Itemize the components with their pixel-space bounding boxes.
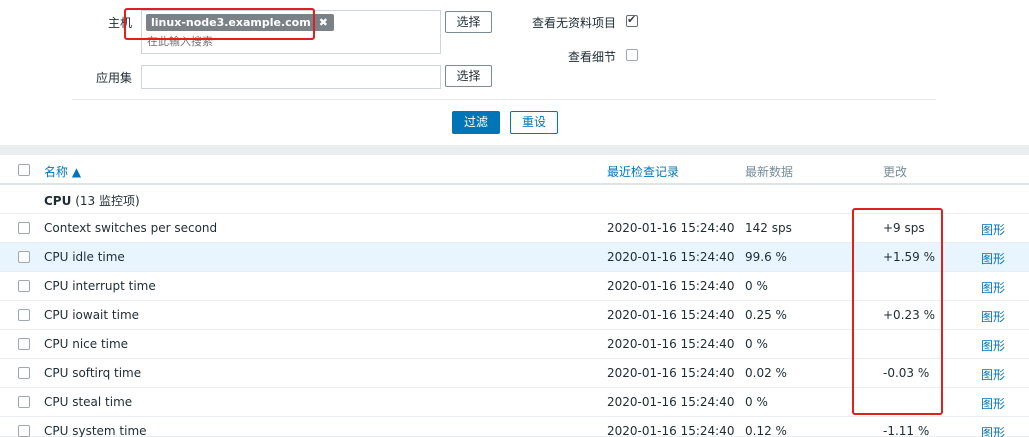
host-chip: linux-node3.example.com ✖ (146, 14, 334, 31)
item-last-value: 0.12 % (745, 424, 787, 437)
header-last-check[interactable]: 最近检查记录 (607, 163, 679, 180)
table-row: CPU interrupt time 2020-01-16 15:24:40 0… (0, 272, 1029, 301)
table-row: Context switches per second 2020-01-16 1… (0, 214, 1029, 243)
group-count: (13 监控项) (75, 194, 140, 208)
graph-link[interactable]: 图形 (981, 424, 1005, 437)
item-last-check: 2020-01-16 15:24:40 (607, 366, 735, 380)
row-checkbox[interactable] (18, 280, 30, 292)
item-change: -1.11 % (883, 424, 930, 437)
item-change: -0.03 % (883, 366, 930, 380)
table-row: CPU softirq time 2020-01-16 15:24:40 0.0… (0, 359, 1029, 388)
remove-chip-icon[interactable]: ✖ (319, 14, 328, 31)
section-gap (0, 145, 1029, 155)
item-name: Context switches per second (44, 221, 218, 235)
table-row: CPU idle time 2020-01-16 15:24:40 99.6 %… (0, 243, 1029, 272)
filter-button[interactable]: 过滤 (452, 111, 500, 134)
app-select-button[interactable]: 选择 (445, 65, 492, 87)
item-last-value: 0.25 % (745, 308, 787, 322)
graph-link[interactable]: 图形 (981, 395, 1005, 412)
host-select-button[interactable]: 选择 (445, 11, 492, 33)
header-change: 更改 (883, 165, 908, 179)
reset-button[interactable]: 重设 (510, 111, 558, 134)
item-last-value: 142 sps (745, 221, 792, 235)
item-last-check: 2020-01-16 15:24:40 (607, 395, 735, 409)
filter-divider (72, 99, 936, 100)
item-change: +9 sps (883, 221, 925, 235)
row-checkbox[interactable] (18, 367, 30, 379)
show-nodata-label: 查看无资料项目 (531, 16, 616, 30)
host-label: 主机 (107, 16, 132, 30)
item-last-value: 0 % (745, 337, 768, 351)
item-last-value: 0 % (745, 279, 768, 293)
show-details-label: 查看细节 (567, 50, 616, 64)
show-details-checkbox[interactable] (626, 49, 638, 61)
item-name: CPU nice time (44, 337, 129, 351)
row-checkbox[interactable] (18, 222, 30, 234)
item-name: CPU interrupt time (44, 279, 156, 293)
table-header: 名称 ▲ 最近检查记录 最新数据 更改 (0, 155, 1029, 185)
item-last-check: 2020-01-16 15:24:40 (607, 279, 735, 293)
graph-link[interactable]: 图形 (981, 279, 1005, 296)
table-row: CPU steal time 2020-01-16 15:24:40 0 % 图… (0, 388, 1029, 417)
item-change: +1.59 % (883, 250, 935, 264)
item-last-value: 0.02 % (745, 366, 787, 380)
host-multiselect[interactable]: linux-node3.example.com ✖ (141, 10, 441, 54)
item-change: +0.23 % (883, 308, 935, 322)
item-last-check: 2020-01-16 15:24:40 (607, 337, 735, 351)
item-last-check: 2020-01-16 15:24:40 (607, 308, 735, 322)
item-name: CPU idle time (44, 250, 125, 264)
item-name: CPU steal time (44, 395, 133, 409)
header-name[interactable]: 名称 ▲ (44, 163, 81, 180)
table-row: CPU iowait time 2020-01-16 15:24:40 0.25… (0, 301, 1029, 330)
row-checkbox[interactable] (18, 309, 30, 321)
row-checkbox[interactable] (18, 425, 30, 437)
host-search-input[interactable] (147, 35, 427, 48)
filter-panel: 主机 linux-node3.example.com ✖ 选择 应用集 选择 查… (0, 0, 1029, 145)
item-name: CPU iowait time (44, 308, 140, 322)
table-row: CPU system time 2020-01-16 15:24:40 0.12… (0, 417, 1029, 437)
item-last-check: 2020-01-16 15:24:40 (607, 424, 735, 437)
item-last-value: 99.6 % (745, 250, 787, 264)
graph-link[interactable]: 图形 (981, 366, 1005, 383)
show-nodata-checkbox[interactable] (626, 13, 638, 27)
item-last-check: 2020-01-16 15:24:40 (607, 250, 735, 264)
item-name: CPU system time (44, 424, 147, 437)
group-title: CPU (13 监控项) (44, 192, 140, 209)
host-chip-label: linux-node3.example.com (151, 16, 311, 29)
item-last-check: 2020-01-16 15:24:40 (607, 221, 735, 235)
graph-link[interactable]: 图形 (981, 337, 1005, 354)
table-row: CPU nice time 2020-01-16 15:24:40 0 % 图形 (0, 330, 1029, 359)
graph-link[interactable]: 图形 (981, 250, 1005, 267)
graph-link[interactable]: 图形 (981, 308, 1005, 325)
item-last-value: 0 % (745, 395, 768, 409)
row-checkbox[interactable] (18, 251, 30, 263)
row-checkbox[interactable] (18, 396, 30, 408)
app-label: 应用集 (95, 71, 132, 85)
app-input[interactable] (141, 65, 441, 89)
group-row: CPU (13 监控项) (0, 185, 1029, 214)
row-checkbox[interactable] (18, 338, 30, 350)
header-last-value: 最新数据 (745, 165, 794, 179)
group-name: CPU (44, 194, 72, 208)
item-name: CPU softirq time (44, 366, 142, 380)
select-all-checkbox[interactable] (18, 164, 30, 176)
graph-link[interactable]: 图形 (981, 221, 1005, 238)
